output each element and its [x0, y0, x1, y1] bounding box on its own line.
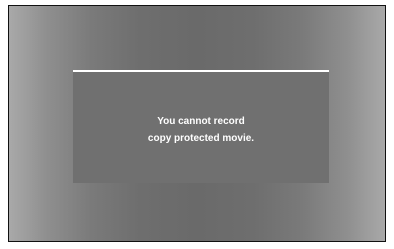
- error-message-dialog: You cannot record copy protected movie.: [73, 70, 329, 183]
- error-message-line-1: You cannot record: [157, 115, 245, 127]
- tv-screen: You cannot record copy protected movie.: [8, 5, 386, 242]
- error-message-line-2: copy protected movie.: [147, 132, 255, 144]
- error-message: You cannot record copy protected movie.: [148, 113, 254, 147]
